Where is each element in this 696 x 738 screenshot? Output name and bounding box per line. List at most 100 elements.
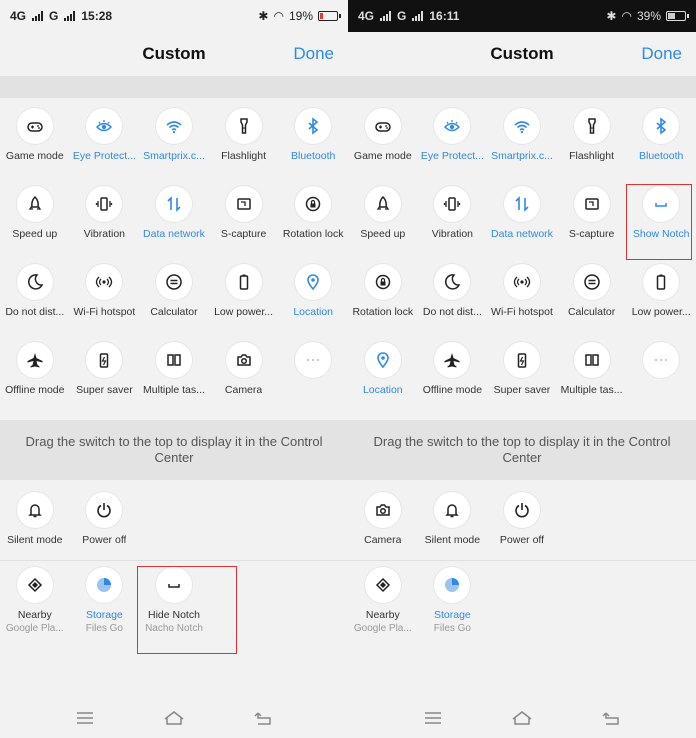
toggle-label: Game mode [353,150,412,162]
bluetooth-icon [295,108,332,144]
toggle-low-power[interactable]: Low power... [209,264,279,342]
toggle-nearby[interactable]: Nearby Google Pla... [0,567,70,647]
toggle-bluetooth[interactable]: Bluetooth [626,108,696,186]
signal-icon [64,11,76,21]
toggle-label: Rotation lock [352,306,414,318]
toggle-calculator[interactable]: Calculator [557,264,627,342]
more-icon [643,342,680,378]
toggle-location[interactable]: Location [348,342,418,420]
toggle-s-capture[interactable]: S-capture [209,186,279,264]
signal-icon [412,11,424,21]
available-row: Nearby Google Pla... Storage Files Go [348,567,696,647]
bell-icon [434,492,471,528]
toggle-nearby[interactable]: Nearby Google Pla... [348,567,418,647]
vibration-icon [434,186,471,222]
nearby-icon [16,567,53,603]
toggle-multiple-tas[interactable]: Multiple tas... [557,342,627,420]
toggle-wi-fi-hotspot[interactable]: Wi-Fi hotspot [70,264,140,342]
toggle-more[interactable] [626,342,696,420]
available-row: Camera Silent mode Power off [348,492,696,554]
toggle-s-capture[interactable]: S-capture [557,186,627,264]
toggle-silent-mode[interactable]: Silent mode [418,492,488,554]
toggle-label: Vibration [431,228,474,240]
toggle-speed-up[interactable]: Speed up [0,186,70,264]
toggle-smartprix-c[interactable]: Smartprix.c... [487,108,557,186]
toggle-low-power[interactable]: Low power... [626,264,696,342]
moon-icon [16,264,53,300]
toggle-flashlight[interactable]: Flashlight [557,108,627,186]
toggle-label: Calculator [150,306,198,318]
divider [348,560,696,561]
toggle-storage[interactable]: Storage Files Go [418,567,488,647]
battery-icon [225,264,262,300]
toggle-do-not-dist[interactable]: Do not dist... [418,264,488,342]
toggle-label: Eye Protect... [420,150,484,162]
toggle-offline-mode[interactable]: Offline mode [0,342,70,420]
instruction-text: Drag the switch to the top to display it… [0,420,348,480]
toggle-eye-protect[interactable]: Eye Protect... [70,108,140,186]
toggle-wi-fi-hotspot[interactable]: Wi-Fi hotspot [487,264,557,342]
toggle-game-mode[interactable]: Game mode [0,108,70,186]
toggle-flashlight[interactable]: Flashlight [209,108,279,186]
toggle-multiple-tas[interactable]: Multiple tas... [139,342,209,420]
toggle-label: Wi-Fi hotspot [73,306,136,318]
battery-percent: 39% [636,9,661,23]
toggle-bluetooth[interactable]: Bluetooth [278,108,348,186]
done-button[interactable]: Done [293,44,334,64]
toggle-label: Silent mode [424,534,481,546]
toggle-game-mode[interactable]: Game mode [348,108,418,186]
more-icon [295,342,332,378]
toggle-sublabel: Files Go [85,623,123,634]
toggle-data-network[interactable]: Data network [487,186,557,264]
toggle-rotation-lock[interactable]: Rotation lock [348,264,418,342]
toggle-label: Vibration [83,228,126,240]
toggle-speed-up[interactable]: Speed up [348,186,418,264]
gamepad-icon [16,108,53,144]
home-nav-button[interactable] [162,710,186,726]
spacer [348,76,696,98]
toggle-label: Power off [499,534,545,546]
toggle-rotation-lock[interactable]: Rotation lock [278,186,348,264]
back-nav-button[interactable] [599,710,623,726]
toggle-storage[interactable]: Storage Files Go [70,567,140,647]
done-button[interactable]: Done [641,44,682,64]
toggle-location[interactable]: Location [278,264,348,342]
toggle-label: Multiple tas... [143,384,205,396]
active-toggles-grid: Game mode Eye Protect... Smartprix.c... Fla… [0,98,348,420]
toggle-label: Multiple tas... [560,384,623,396]
highlight-box [626,184,692,260]
network-type-2: G [49,9,59,23]
toggle-offline-mode[interactable]: Offline mode [418,342,488,420]
toggle-do-not-dist[interactable]: Do not dist... [0,264,70,342]
menu-nav-button[interactable] [421,710,445,726]
toggle-calculator[interactable]: Calculator [139,264,209,342]
rotation-lock-icon [364,264,401,300]
toggle-power-off[interactable]: Power off [70,492,140,554]
menu-nav-button[interactable] [73,710,97,726]
toggle-super-saver[interactable]: Super saver [487,342,557,420]
toggle-silent-mode[interactable]: Silent mode [0,492,70,554]
gamepad-icon [364,108,401,144]
toggle-label: S-capture [568,228,615,240]
toggle-super-saver[interactable]: Super saver [70,342,140,420]
moon-icon [434,264,471,300]
toggle-sublabel: Files Go [433,623,471,634]
toggle-eye-protect[interactable]: Eye Protect... [418,108,488,186]
toggle-smartprix-c[interactable]: Smartprix.c... [139,108,209,186]
toggle-label: Nearby [365,609,400,621]
toggle-row: Game mode Eye Protect... Smartprix.c... Fla… [348,108,696,186]
toggle-more[interactable] [278,342,348,420]
toggle-vibration[interactable]: Vibration [70,186,140,264]
back-nav-button[interactable] [251,710,275,726]
toggle-vibration[interactable]: Vibration [418,186,488,264]
network-type-1: 4G [358,9,375,23]
toggle-power-off[interactable]: Power off [487,492,557,554]
toggle-camera[interactable]: Camera [348,492,418,554]
status-bar: 4G G 16:11 ✱ ◠ 39% [348,0,696,32]
toggle-data-network[interactable]: Data network [139,186,209,264]
nearby-icon [364,567,401,603]
toggle-label: Game mode [5,150,64,162]
toggle-camera[interactable]: Camera [209,342,279,420]
home-nav-button[interactable] [510,710,534,726]
bluetooth-status-icon: ✱ [606,9,617,23]
